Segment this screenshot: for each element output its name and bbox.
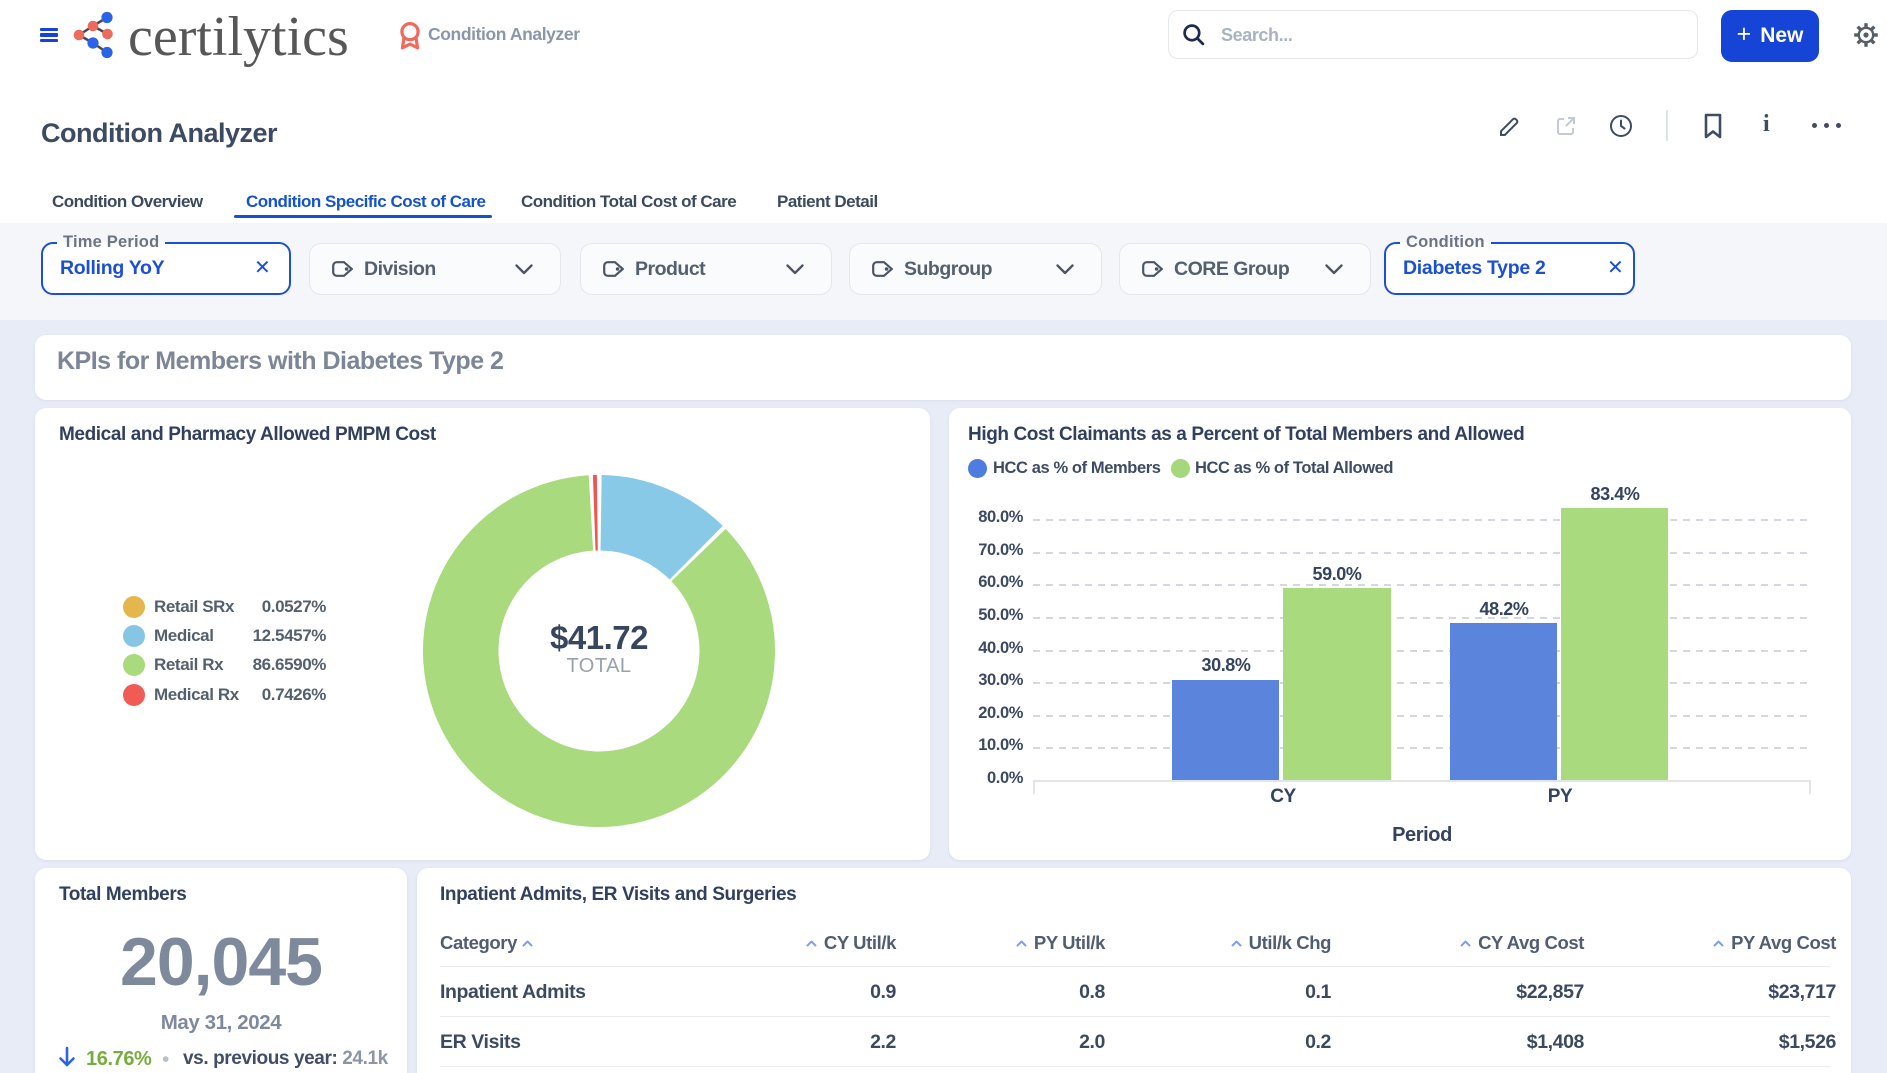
svg-text:certilytics: certilytics — [128, 8, 349, 68]
